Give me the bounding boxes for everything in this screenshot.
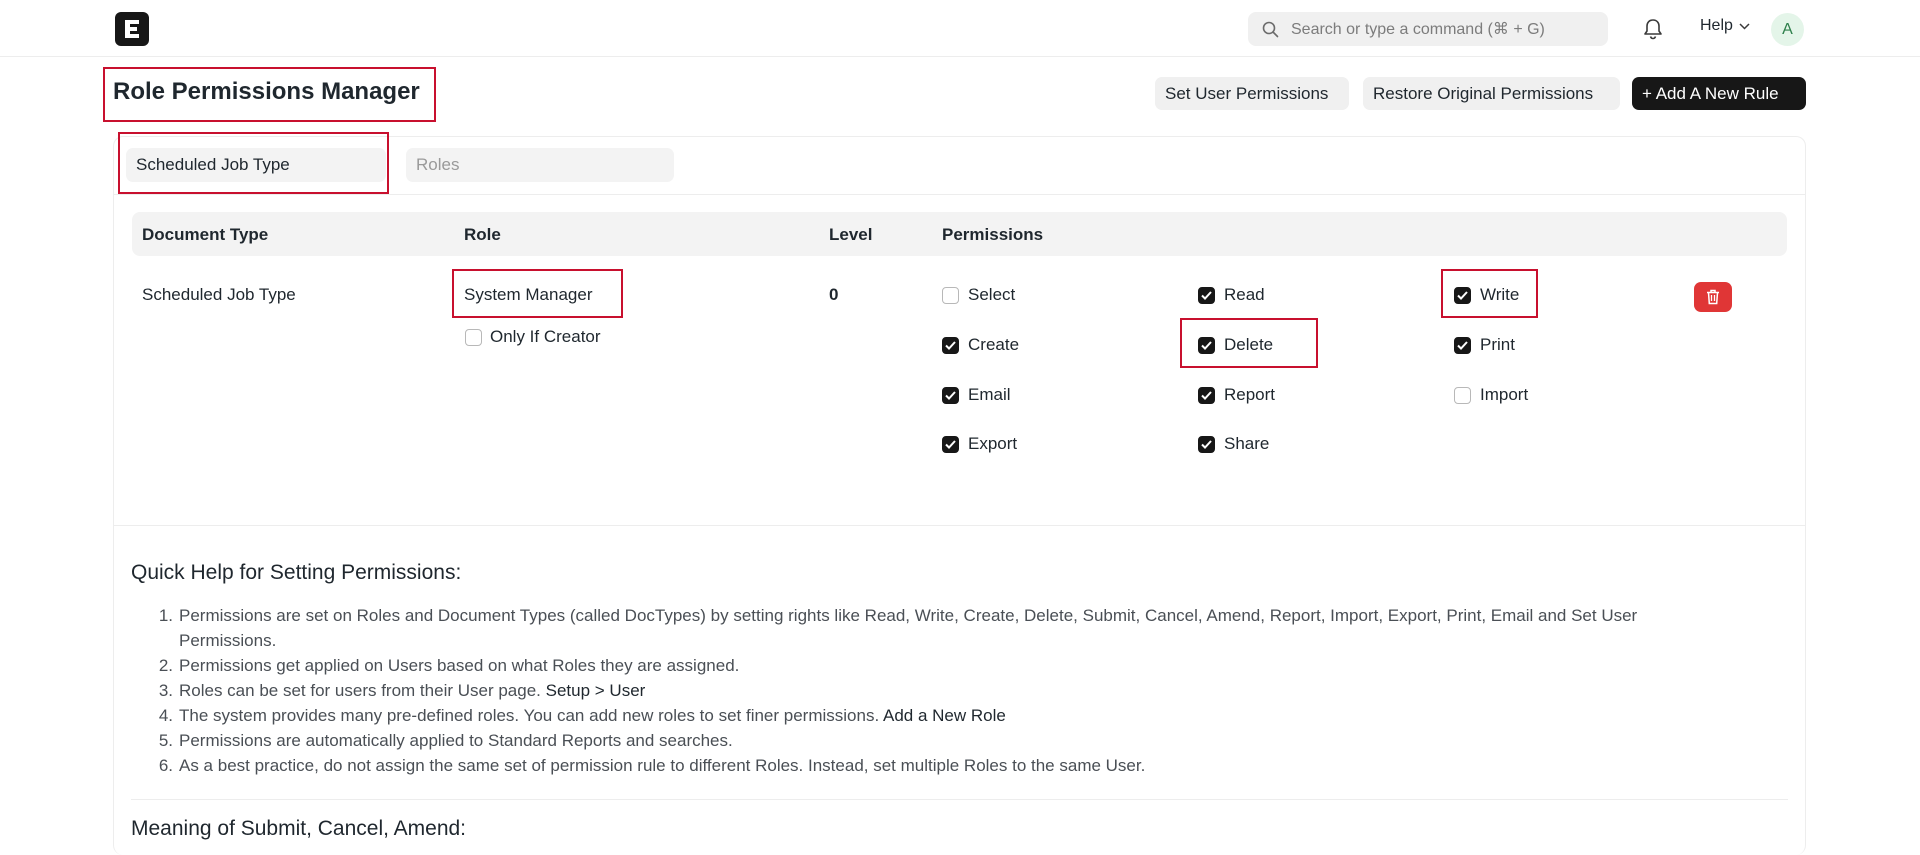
- navbar: Search or type a command (⌘ + G) Help A: [0, 0, 1920, 57]
- quick-help-item-body: The system provides many pre-defined rol…: [179, 706, 880, 725]
- add-new-rule-button[interactable]: + Add A New Rule: [1632, 77, 1806, 110]
- section-divider-2: [131, 799, 1788, 800]
- meaning-title: Meaning of Submit, Cancel, Amend:: [131, 817, 467, 840]
- quick-help-item-body: Permissions are set on Roles and Documen…: [179, 606, 1638, 650]
- help-dropdown[interactable]: Help: [1700, 17, 1750, 35]
- quick-help-item-body: Permissions are automatically applied to…: [179, 731, 733, 750]
- permission-select-checkbox[interactable]: [942, 287, 959, 304]
- quick-help-item-number: 2.: [158, 656, 173, 675]
- permission-import-label: Import: [1480, 385, 1529, 404]
- section-divider: [113, 525, 1806, 526]
- quick-help-item: 3. Roles can be set for users from their …: [131, 678, 1691, 703]
- table-header: Document Type Role Level Permissions: [132, 212, 1787, 256]
- permission-email-checkbox[interactable]: [942, 387, 959, 404]
- permission-share-checkbox[interactable]: [1198, 436, 1215, 453]
- permission-import-checkbox[interactable]: [1454, 387, 1471, 404]
- quick-help-link[interactable]: Add a New Role: [883, 706, 1006, 725]
- quick-help-link[interactable]: Setup > User: [546, 681, 646, 700]
- quick-help-item-number: 3.: [158, 681, 173, 700]
- column-header-role: Role: [464, 225, 501, 244]
- search-icon: [1262, 21, 1279, 37]
- permission-email-label: Email: [968, 385, 1011, 404]
- highlight-box-doctype-filter: [118, 132, 389, 194]
- quick-help-item: 1. Permissions are set on Roles and Docum…: [131, 603, 1691, 653]
- help-label: Help: [1700, 17, 1733, 34]
- roles-filter-input[interactable]: Roles: [406, 148, 674, 182]
- permission-export-checkbox[interactable]: [942, 436, 959, 453]
- permission-report-label: Report: [1224, 385, 1276, 404]
- quick-help-item-number: 6.: [158, 756, 173, 775]
- permission-create-checkbox[interactable]: [942, 337, 959, 354]
- highlight-box-write: [1441, 269, 1538, 318]
- only-if-creator-checkbox[interactable]: [465, 329, 482, 346]
- permission-create-label: Create: [968, 335, 1020, 354]
- quick-help-list: 1. Permissions are set on Roles and Docum…: [131, 603, 1691, 778]
- quick-help-item: 5. Permissions are automatically applied …: [131, 728, 1691, 753]
- highlight-box-delete: [1180, 318, 1318, 368]
- row-document-type: Scheduled Job Type: [142, 285, 296, 304]
- chevron-down-icon: [1739, 22, 1750, 30]
- permission-read-label: Read: [1224, 285, 1265, 304]
- search-bar[interactable]: Search or type a command (⌘ + G): [1248, 12, 1608, 46]
- permission-select-label: Select: [968, 285, 1016, 304]
- quick-help-item-body: Permissions get applied on Users based o…: [179, 656, 740, 675]
- quick-help-item-text: As a best practice, do not assign the sa…: [179, 753, 1691, 778]
- user-avatar[interactable]: A: [1771, 13, 1804, 46]
- permission-print-label: Print: [1480, 335, 1515, 354]
- quick-help-item: 2. Permissions get applied on Users based…: [131, 653, 1691, 678]
- quick-help-item-text: Permissions are set on Roles and Documen…: [179, 603, 1691, 653]
- column-header-document-type: Document Type: [142, 225, 269, 244]
- quick-help-item-text: The system provides many pre-defined rol…: [179, 703, 1691, 728]
- search-placeholder: Search or type a command (⌘ + G): [1291, 21, 1545, 38]
- quick-help-item: 6. As a best practice, do not assign the …: [131, 753, 1691, 778]
- permission-export-label: Export: [968, 434, 1018, 453]
- trash-icon: [1707, 289, 1719, 305]
- row-role[interactable]: System Manager: [464, 285, 593, 305]
- quick-help-item-text: Permissions get applied on Users based o…: [179, 653, 1691, 678]
- only-if-creator-label: Only If Creator: [490, 327, 601, 346]
- quick-help-item-text: Roles can be set for users from their Us…: [179, 678, 1691, 703]
- restore-original-permissions-button[interactable]: Restore Original Permissions: [1363, 77, 1620, 110]
- permission-report-checkbox[interactable]: [1198, 387, 1215, 404]
- notification-bell-icon[interactable]: [1642, 17, 1664, 41]
- row-level: 0: [829, 285, 839, 304]
- quick-help-item-body: Roles can be set for users from their Us…: [179, 681, 541, 700]
- quick-help-item-number: 4.: [158, 706, 173, 725]
- quick-help-title: Quick Help for Setting Permissions:: [131, 561, 462, 584]
- set-user-permissions-button[interactable]: Set User Permissions: [1155, 77, 1349, 110]
- quick-help-item: 4. The system provides many pre-defined r…: [131, 703, 1691, 728]
- logo-icon: [125, 20, 139, 38]
- permission-read-checkbox[interactable]: [1198, 287, 1215, 304]
- delete-rule-button[interactable]: [1694, 282, 1732, 312]
- permission-share-label: Share: [1224, 434, 1270, 453]
- column-header-level: Level: [829, 225, 873, 244]
- roles-filter-placeholder: Roles: [416, 155, 460, 174]
- permission-print-checkbox[interactable]: [1454, 337, 1471, 354]
- quick-help-item-body: As a best practice, do not assign the sa…: [179, 756, 1146, 775]
- quick-help-item-number: 5.: [158, 731, 173, 750]
- page-title: Role Permissions Manager: [113, 78, 420, 105]
- quick-help-item-text: Permissions are automatically applied to…: [179, 728, 1691, 753]
- column-header-permissions: Permissions: [942, 225, 1044, 244]
- quick-help-item-number: 1.: [158, 606, 173, 625]
- app-logo[interactable]: [115, 12, 149, 46]
